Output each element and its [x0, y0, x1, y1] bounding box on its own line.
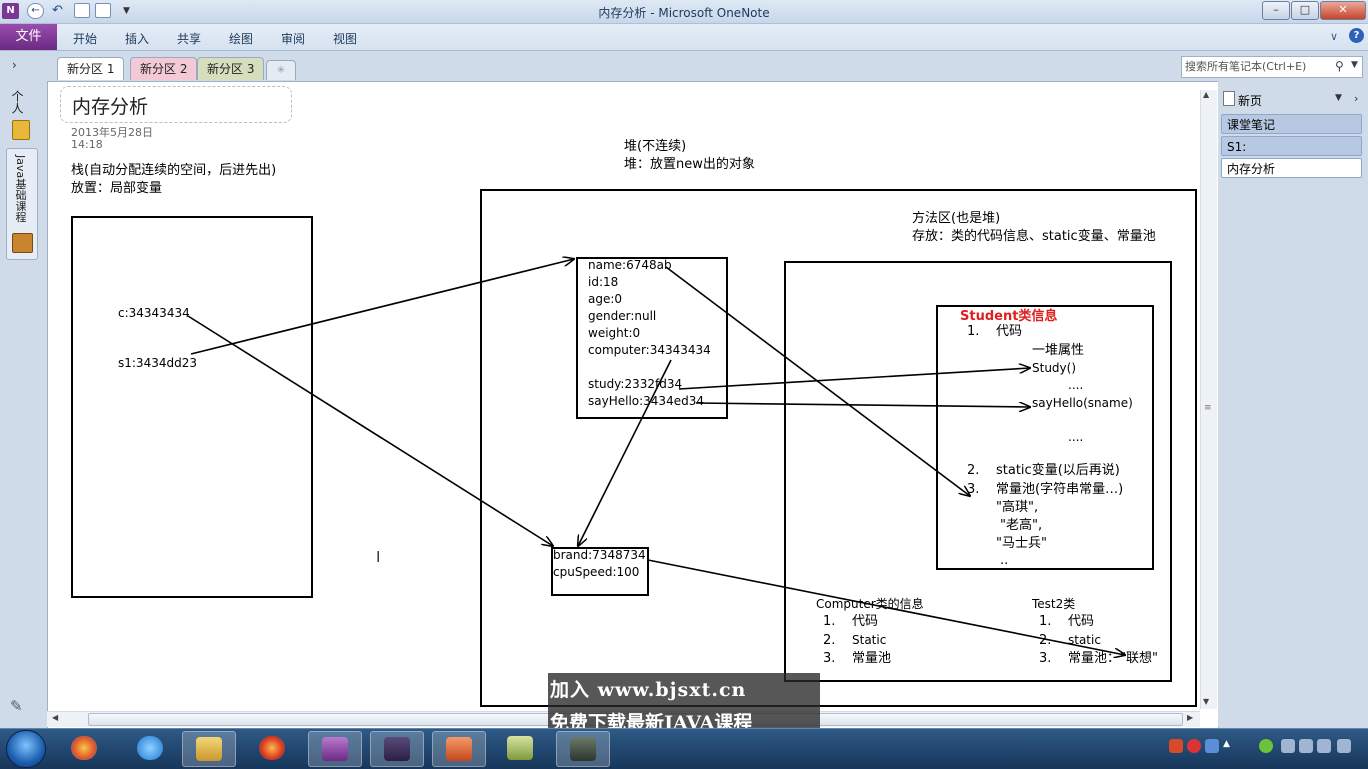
taskbar-ie[interactable]	[124, 731, 176, 765]
volume-icon[interactable]	[1337, 739, 1351, 753]
new-page-icon[interactable]	[1223, 91, 1235, 106]
new-page-button[interactable]: 新页	[1238, 92, 1262, 109]
taskbar-firefox[interactable]	[246, 731, 298, 765]
help-tray-icon[interactable]	[1205, 739, 1219, 753]
firefox-icon	[259, 736, 285, 760]
tray-plus-icon[interactable]	[1259, 739, 1273, 753]
app-icon	[71, 736, 97, 760]
arrow-brand-to-pool	[647, 559, 1125, 655]
ie-icon	[137, 736, 163, 760]
flag-icon[interactable]	[1317, 739, 1331, 753]
taskbar-app-1[interactable]	[58, 731, 110, 765]
system-tray: ▲	[1165, 735, 1365, 763]
tray-app-icon[interactable]	[1187, 739, 1201, 753]
page-list-item-3[interactable]: 内存分析	[1221, 158, 1362, 178]
taskbar-javaee-ide[interactable]	[370, 731, 424, 767]
arrow-study-to-method	[678, 368, 1030, 390]
arrow-s1-to-student	[190, 259, 574, 355]
javaee-ide-icon	[384, 737, 410, 761]
reference-arrows	[187, 0, 1368, 768]
arrow-sayhello-to-method	[695, 403, 1030, 407]
taskbar-onenote[interactable]	[308, 731, 362, 767]
usb-icon[interactable]	[1281, 739, 1295, 753]
network-icon[interactable]	[1299, 739, 1313, 753]
collapse-page-pane-icon[interactable]: ›	[1354, 92, 1358, 105]
taskbar-recorder[interactable]	[556, 731, 610, 767]
section-tab-1[interactable]: 新分区 1	[57, 57, 125, 80]
taskbar-powerpoint[interactable]	[432, 731, 486, 767]
powerpoint-icon	[446, 737, 472, 761]
section-tab-3[interactable]: 新分区 3	[197, 57, 265, 80]
onenote-icon	[322, 737, 348, 761]
watermark-line-1: 加入 www.bjsxt.cn	[550, 679, 747, 701]
arrow-name-to-pool	[665, 266, 970, 496]
explorer-icon	[196, 737, 222, 761]
sogou-icon[interactable]	[1169, 739, 1183, 753]
recorder-icon	[570, 737, 596, 761]
taskbar-explorer[interactable]	[182, 731, 236, 767]
arrow-computer-field-to-computer	[578, 359, 672, 546]
show-hidden-icons-icon[interactable]: ▲	[1223, 739, 1237, 753]
start-orb-icon[interactable]	[6, 730, 46, 768]
page-list-item-2[interactable]: S1:	[1221, 136, 1362, 156]
page-list-item-1[interactable]: 课堂笔记	[1221, 114, 1362, 134]
app-icon-2	[507, 736, 533, 760]
section-tab-2[interactable]: 新分区 2	[130, 57, 198, 80]
taskbar-app-2[interactable]	[494, 731, 546, 765]
new-page-chevron-down-icon[interactable]: ▼	[1335, 93, 1342, 103]
arrow-c-to-computer	[187, 315, 553, 546]
